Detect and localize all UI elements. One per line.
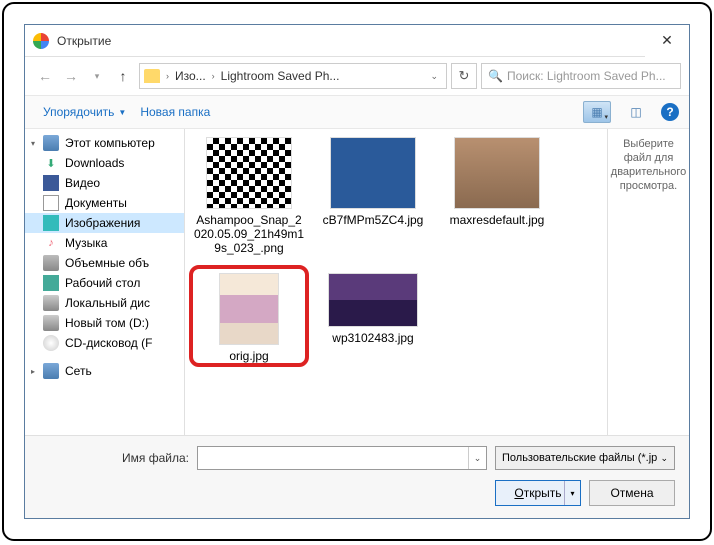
nav-recent-button[interactable]: ▾	[85, 64, 109, 88]
nav-up-button[interactable]: ↑	[111, 64, 135, 88]
search-icon: 🔍	[488, 69, 503, 83]
chevron-right-icon: ›	[164, 71, 171, 81]
file-name: cB7fMPm5ZC4.jpg	[323, 213, 424, 227]
open-label: Открыть	[514, 486, 561, 500]
file-name: orig.jpg	[229, 349, 268, 363]
file-type-select[interactable]: Пользовательские файлы (*.jp ⌄	[495, 446, 675, 470]
file-list[interactable]: Ashampoo_Snap_2020.05.09_21h49m19s_023_.…	[185, 129, 607, 435]
file-thumbnail	[330, 137, 416, 209]
sidebar-item-video[interactable]: Видео	[25, 173, 184, 193]
sidebar-item-downloads[interactable]: Downloads	[25, 153, 184, 173]
refresh-button[interactable]: ↻	[451, 63, 477, 89]
filename-label: Имя файла:	[39, 451, 189, 465]
chevron-down-icon: ▼	[118, 108, 126, 117]
breadcrumb[interactable]: › Изо... › Lightroom Saved Ph... ⌄	[139, 63, 447, 89]
file-name: Ashampoo_Snap_2020.05.09_21h49m19s_023_.…	[193, 213, 305, 255]
navbar: ← → ▾ ↑ › Изо... › Lightroom Saved Ph...…	[25, 57, 689, 95]
footer: Имя файла: ⌄ Пользовательские файлы (*.j…	[25, 435, 689, 518]
sidebar-label: Этот компьютер	[65, 136, 155, 150]
file-item[interactable]: Ashampoo_Snap_2020.05.09_21h49m19s_023_.…	[193, 137, 305, 255]
sidebar-label: CD-дисковод (F	[65, 336, 152, 350]
sidebar-item-3d[interactable]: Объемные объ	[25, 253, 184, 273]
dialog-body: Этот компьютер Downloads Видео Документы…	[25, 129, 689, 435]
image-icon	[43, 215, 59, 231]
sidebar-label: Объемные объ	[65, 256, 149, 270]
open-button[interactable]: Открыть ▾	[495, 480, 581, 506]
sidebar-item-images[interactable]: Изображения	[25, 213, 184, 233]
disk-icon	[43, 315, 59, 331]
chevron-down-icon: ⌄	[660, 453, 668, 464]
sidebar-label: Музыка	[65, 236, 107, 250]
view-mode-button[interactable]: ▦	[583, 101, 611, 123]
video-icon	[43, 175, 59, 191]
window-title: Открытие	[57, 34, 645, 48]
open-split-button[interactable]: ▾	[564, 481, 580, 505]
sidebar-label: Локальный дис	[65, 296, 150, 310]
preview-pane: Выберите файл для дварительного просмотр…	[607, 129, 689, 435]
cancel-button[interactable]: Отмена	[589, 480, 675, 506]
file-item[interactable]: maxresdefault.jpg	[441, 137, 553, 255]
preview-pane-button[interactable]: ◫	[625, 101, 647, 123]
organize-button[interactable]: Упорядочить ▼	[43, 105, 126, 119]
breadcrumb-segment[interactable]: Изо...	[173, 69, 208, 83]
sidebar-label: Документы	[65, 196, 127, 210]
file-thumbnail	[219, 273, 279, 345]
cube-icon	[43, 255, 59, 271]
file-area: Ashampoo_Snap_2020.05.09_21h49m19s_023_.…	[185, 129, 689, 435]
network-icon	[43, 363, 59, 379]
download-icon	[43, 155, 59, 171]
chevron-right-icon: ›	[210, 71, 217, 81]
file-name: wp3102483.jpg	[332, 331, 413, 345]
breadcrumb-dropdown[interactable]: ⌄	[426, 71, 442, 82]
file-item[interactable]: wp3102483.jpg	[317, 273, 429, 363]
titlebar: Открытие ✕	[25, 25, 689, 57]
folder-icon	[144, 69, 160, 83]
sidebar-label: Downloads	[65, 156, 124, 170]
cancel-label: Отмена	[610, 486, 653, 500]
filename-input[interactable]: ⌄	[197, 446, 487, 470]
file-open-dialog: Открытие ✕ ← → ▾ ↑ › Изо... › Lightroom …	[24, 24, 690, 519]
filename-history-button[interactable]: ⌄	[468, 447, 486, 469]
sidebar-item-local-disk[interactable]: Локальный дис	[25, 293, 184, 313]
toolbar: Упорядочить ▼ Новая папка ▦ ◫ ?	[25, 95, 689, 129]
file-thumbnail	[328, 273, 418, 327]
sidebar-item-network[interactable]: Сеть	[25, 361, 184, 381]
preview-text: Выберите файл для дварительного просмотр…	[611, 137, 686, 193]
sidebar-label: Видео	[65, 176, 100, 190]
search-input[interactable]: 🔍 Поиск: Lightroom Saved Ph...	[481, 63, 681, 89]
breadcrumb-segment[interactable]: Lightroom Saved Ph...	[219, 69, 342, 83]
search-placeholder: Поиск: Lightroom Saved Ph...	[507, 69, 666, 83]
sidebar-label: Новый том (D:)	[65, 316, 149, 330]
sidebar-item-desktop[interactable]: Рабочий стол	[25, 273, 184, 293]
nav-back-button[interactable]: ←	[33, 64, 57, 88]
new-folder-button[interactable]: Новая папка	[140, 105, 210, 119]
sidebar-item-music[interactable]: Музыка	[25, 233, 184, 253]
file-item-highlighted[interactable]: orig.jpg	[193, 273, 305, 363]
sidebar-item-documents[interactable]: Документы	[25, 193, 184, 213]
new-folder-label: Новая папка	[140, 105, 210, 119]
music-icon	[43, 235, 59, 251]
sidebar-label: Рабочий стол	[65, 276, 140, 290]
organize-label: Упорядочить	[43, 105, 114, 119]
sidebar: Этот компьютер Downloads Видео Документы…	[25, 129, 185, 435]
close-button[interactable]: ✕	[645, 25, 689, 57]
sidebar-item-this-pc[interactable]: Этот компьютер	[25, 133, 184, 153]
desktop-icon	[43, 275, 59, 291]
sidebar-item-new-volume[interactable]: Новый том (D:)	[25, 313, 184, 333]
disk-icon	[43, 295, 59, 311]
nav-forward-button: →	[59, 64, 83, 88]
pc-icon	[43, 135, 59, 151]
sidebar-item-cd[interactable]: CD-дисковод (F	[25, 333, 184, 353]
file-name: maxresdefault.jpg	[450, 213, 545, 227]
help-button[interactable]: ?	[661, 103, 679, 121]
sidebar-label: Сеть	[65, 364, 92, 378]
chrome-icon	[33, 33, 49, 49]
file-type-label: Пользовательские файлы (*.jp	[502, 452, 657, 464]
file-item[interactable]: cB7fMPm5ZC4.jpg	[317, 137, 429, 255]
sidebar-label: Изображения	[65, 216, 140, 230]
cd-icon	[43, 335, 59, 351]
file-thumbnail	[206, 137, 292, 209]
file-thumbnail	[454, 137, 540, 209]
document-icon	[43, 195, 59, 211]
